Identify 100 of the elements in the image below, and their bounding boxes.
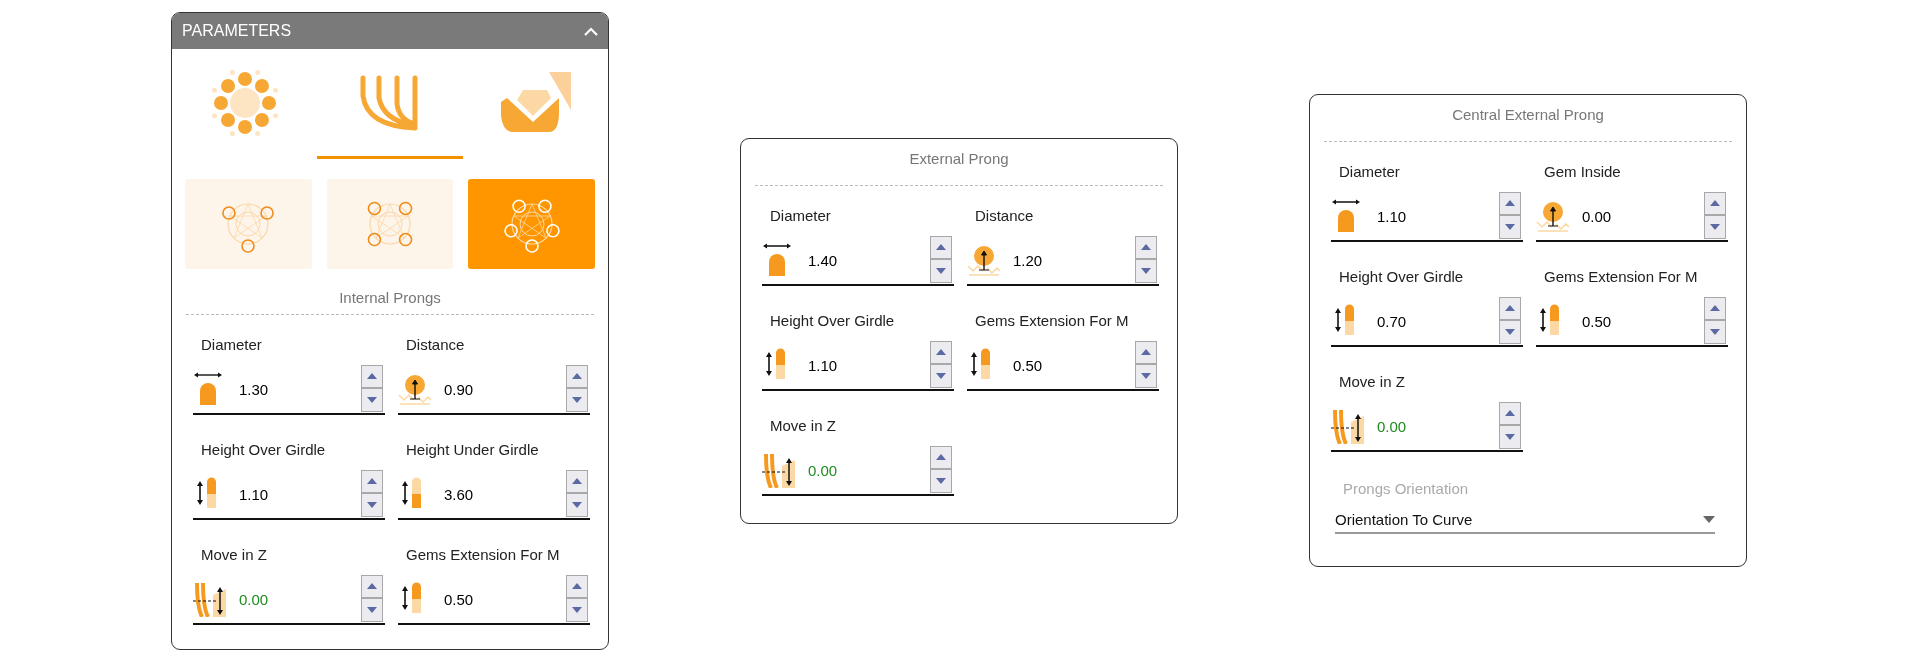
field-value: 3.60 bbox=[444, 485, 475, 503]
increment-button[interactable] bbox=[930, 235, 952, 259]
field-value: 0.50 bbox=[444, 590, 475, 608]
number-field[interactable]: 0.00 bbox=[1331, 402, 1523, 452]
number-field[interactable]: 1.20 bbox=[967, 236, 1159, 286]
decrement-button[interactable] bbox=[361, 598, 383, 622]
gallery-icon bbox=[499, 71, 572, 134]
up-arrow-icon bbox=[572, 373, 582, 380]
decrement-button[interactable] bbox=[930, 469, 952, 493]
down-arrow-icon bbox=[1141, 372, 1151, 379]
up-arrow-icon bbox=[936, 244, 946, 251]
decrement-button[interactable] bbox=[1499, 425, 1521, 449]
down-arrow-icon bbox=[936, 477, 946, 484]
increment-button[interactable] bbox=[1704, 296, 1726, 320]
up-arrow-icon bbox=[572, 583, 582, 590]
field-label: Diameter bbox=[1338, 162, 1401, 182]
field-value: 0.00 bbox=[1582, 207, 1613, 225]
decrement-button[interactable] bbox=[566, 388, 588, 412]
decrement-button[interactable] bbox=[1135, 259, 1157, 283]
increment-button[interactable] bbox=[361, 469, 383, 493]
panel-title: PARAMETERS bbox=[182, 22, 292, 40]
number-field[interactable]: 1.10 bbox=[762, 341, 954, 391]
down-arrow-icon bbox=[936, 372, 946, 379]
field-label: Diameter bbox=[769, 206, 832, 226]
number-field[interactable]: 0.50 bbox=[1536, 297, 1728, 347]
down-arrow-icon bbox=[1710, 223, 1720, 230]
down-arrow-icon bbox=[936, 267, 946, 274]
field-label: Gem Inside bbox=[1543, 162, 1622, 182]
decrement-button[interactable] bbox=[1704, 320, 1726, 344]
increment-button[interactable] bbox=[361, 364, 383, 388]
decrement-button[interactable] bbox=[361, 388, 383, 412]
field-value: 1.10 bbox=[808, 356, 839, 374]
decrement-button[interactable] bbox=[930, 364, 952, 388]
number-field[interactable]: 0.00 bbox=[762, 446, 954, 496]
up-arrow-icon bbox=[572, 478, 582, 485]
increment-button[interactable] bbox=[1135, 340, 1157, 364]
number-field[interactable]: 0.50 bbox=[967, 341, 1159, 391]
decrement-button[interactable] bbox=[1499, 215, 1521, 239]
chevron-up-icon[interactable] bbox=[584, 26, 598, 36]
increment-button[interactable] bbox=[566, 364, 588, 388]
field-value: 0.00 bbox=[808, 461, 839, 479]
down-arrow-icon bbox=[572, 396, 582, 403]
field-value: 1.10 bbox=[239, 485, 270, 503]
move-z-icon bbox=[193, 581, 227, 617]
up-arrow-icon bbox=[936, 349, 946, 356]
down-arrow-icon bbox=[1710, 328, 1720, 335]
field-value: 0.50 bbox=[1013, 356, 1044, 374]
decrement-button[interactable] bbox=[1704, 215, 1726, 239]
down-arrow-icon bbox=[1505, 328, 1515, 335]
decrement-button[interactable] bbox=[1135, 364, 1157, 388]
number-field[interactable]: 1.10 bbox=[193, 470, 385, 520]
field-label: Distance bbox=[405, 335, 466, 355]
field-value: 1.40 bbox=[808, 251, 839, 269]
number-field[interactable]: 3.60 bbox=[398, 470, 590, 520]
increment-button[interactable] bbox=[1499, 401, 1521, 425]
decrement-button[interactable] bbox=[930, 259, 952, 283]
increment-button[interactable] bbox=[1499, 296, 1521, 320]
number-field[interactable]: 0.00 bbox=[1536, 192, 1728, 242]
number-field[interactable]: 0.00 bbox=[193, 575, 385, 625]
down-arrow-icon bbox=[572, 606, 582, 613]
field-label: Move in Z bbox=[200, 545, 268, 565]
increment-button[interactable] bbox=[930, 445, 952, 469]
field-value: 1.30 bbox=[239, 380, 270, 398]
down-arrow-icon bbox=[367, 606, 377, 613]
down-arrow-icon bbox=[367, 396, 377, 403]
field-value: 1.10 bbox=[1377, 207, 1408, 225]
orientation-dropdown[interactable]: Orientation To Curve bbox=[1335, 511, 1715, 534]
increment-button[interactable] bbox=[1499, 191, 1521, 215]
number-field[interactable]: 0.50 bbox=[398, 575, 590, 625]
panel-title: Central External Prong bbox=[1451, 105, 1605, 125]
dropdown-label: Prongs Orientation bbox=[1342, 480, 1470, 497]
increment-button[interactable] bbox=[566, 469, 588, 493]
number-field[interactable]: 0.90 bbox=[398, 365, 590, 415]
down-arrow-icon bbox=[1141, 267, 1151, 274]
increment-button[interactable] bbox=[1135, 235, 1157, 259]
increment-button[interactable] bbox=[930, 340, 952, 364]
move-z-icon bbox=[1331, 408, 1365, 444]
up-arrow-icon bbox=[1141, 244, 1151, 251]
down-arrow-icon bbox=[1505, 223, 1515, 230]
field-label: Move in Z bbox=[1338, 372, 1406, 392]
field-label: Gems Extension For M bbox=[974, 311, 1130, 331]
section-title: Internal Prongs bbox=[338, 288, 442, 308]
number-field[interactable]: 0.70 bbox=[1331, 297, 1523, 347]
decrement-button[interactable] bbox=[1499, 320, 1521, 344]
prongs-icon bbox=[359, 73, 421, 132]
up-arrow-icon bbox=[1505, 305, 1515, 312]
decrement-button[interactable] bbox=[566, 598, 588, 622]
field-label: Height Over Girdle bbox=[1338, 267, 1465, 287]
increment-button[interactable] bbox=[361, 574, 383, 598]
number-field[interactable]: 1.40 bbox=[762, 236, 954, 286]
number-field[interactable]: 1.30 bbox=[193, 365, 385, 415]
increment-button[interactable] bbox=[566, 574, 588, 598]
decrement-button[interactable] bbox=[361, 493, 383, 517]
field-label: Distance bbox=[974, 206, 1035, 226]
dropdown-arrow-icon bbox=[1703, 516, 1715, 523]
number-field[interactable]: 1.10 bbox=[1331, 192, 1523, 242]
field-value: 0.90 bbox=[444, 380, 475, 398]
increment-button[interactable] bbox=[1704, 191, 1726, 215]
decrement-button[interactable] bbox=[566, 493, 588, 517]
up-arrow-icon bbox=[1710, 200, 1720, 207]
